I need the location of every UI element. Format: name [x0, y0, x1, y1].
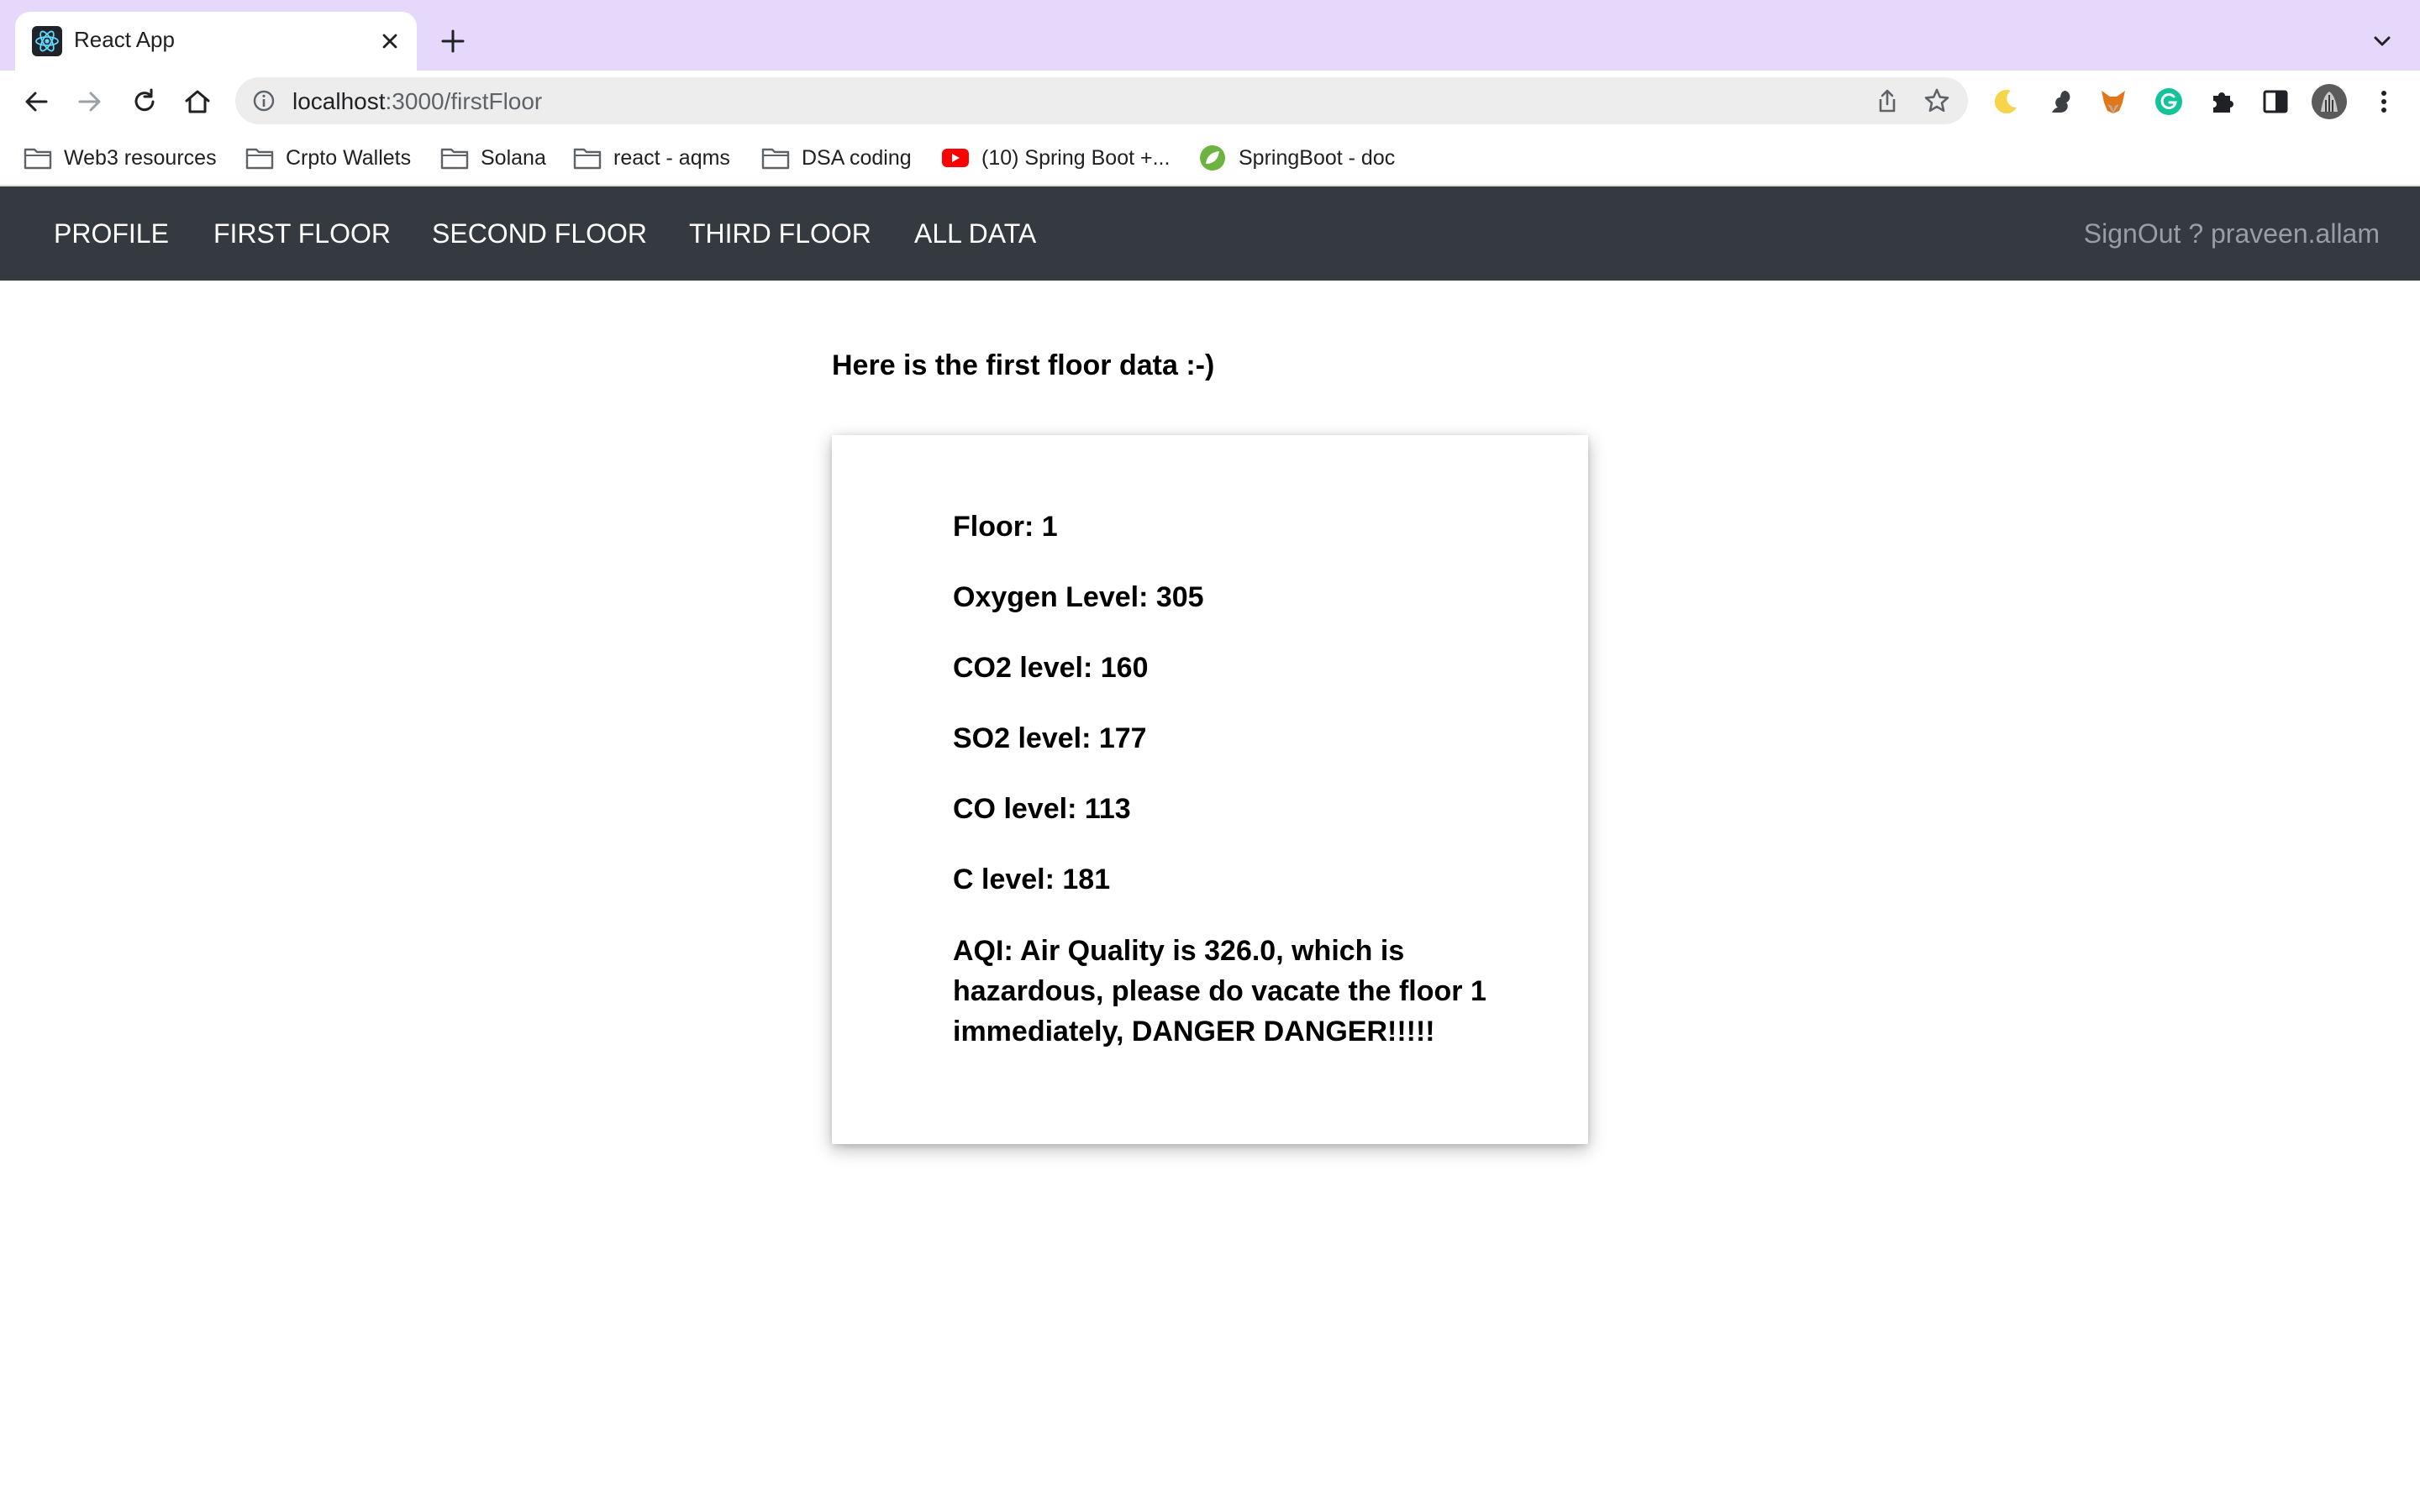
- star-icon[interactable]: [1923, 87, 1951, 115]
- tab-title: React App: [74, 27, 175, 52]
- address-bar[interactable]: localhost:3000/firstFloor: [235, 77, 1968, 124]
- oxygen-level-value: Oxygen Level: 305: [953, 581, 1204, 613]
- bookmark-springboot-doc[interactable]: SpringBoot - doc: [1198, 141, 1395, 175]
- folder-icon: [573, 148, 602, 170]
- bookmark-crpto-wallets[interactable]: Crpto Wallets: [245, 141, 411, 175]
- plus-icon[interactable]: [437, 25, 469, 57]
- bookmark-label: Crpto Wallets: [286, 145, 412, 170]
- puzzle-icon[interactable]: [2207, 86, 2238, 118]
- folder-icon: [245, 148, 274, 170]
- aqi-warning: AQI: Air Quality is 326.0, which is haza…: [953, 935, 1486, 1047]
- app-navbar: PROFILE FIRST FLOOR SECOND FLOOR THIRD F…: [0, 186, 2420, 281]
- folder-icon: [440, 148, 469, 170]
- url-host: localhost: [292, 88, 386, 114]
- bookmark-solana[interactable]: Solana: [440, 141, 546, 175]
- share-icon[interactable]: [1874, 87, 1901, 114]
- chevron-down-icon[interactable]: [2370, 29, 2395, 54]
- react-icon: [32, 26, 62, 56]
- kebab-menu-icon[interactable]: [2368, 86, 2400, 118]
- c-level-value: C level: 181: [953, 864, 1111, 895]
- bookmark-label: Web3 resources: [64, 145, 217, 170]
- avatar[interactable]: [2311, 83, 2348, 120]
- floor-value: Floor: 1: [953, 511, 1058, 543]
- youtube-icon: [942, 149, 969, 167]
- nav-all-data[interactable]: ALL DATA: [914, 218, 1036, 249]
- url-text[interactable]: localhost:3000/firstFloor: [292, 88, 542, 115]
- home-icon[interactable]: [182, 86, 213, 118]
- bookmark-label: DSA coding: [802, 145, 912, 170]
- signout-link[interactable]: SignOut ? praveen.allam: [2084, 218, 2380, 249]
- bookmark-label: (10) Spring Boot +...: [981, 145, 1171, 170]
- bookmark-label: react - aqms: [613, 145, 730, 170]
- floor-data-card: Floor: 1 Oxygen Level: 305 CO2 level: 16…: [832, 435, 1588, 1144]
- reload-icon[interactable]: [129, 86, 160, 118]
- side-panel-icon[interactable]: [2260, 86, 2291, 118]
- grammarly-icon[interactable]: [2153, 86, 2185, 118]
- bookmark-spring-boot-video[interactable]: (10) Spring Boot +...: [941, 141, 1170, 175]
- spring-icon: [1200, 145, 1225, 171]
- browser-tab[interactable]: React App: [15, 12, 417, 71]
- page-title: Here is the first floor data :-): [832, 349, 1215, 381]
- moon-icon[interactable]: [1990, 86, 2022, 118]
- fox-icon[interactable]: [2097, 86, 2129, 118]
- nav-second-floor[interactable]: SECOND FLOOR: [432, 218, 647, 249]
- bookmark-react-aqms[interactable]: react - aqms: [573, 141, 730, 175]
- bookmark-label: SpringBoot - doc: [1239, 145, 1396, 170]
- info-icon[interactable]: [252, 89, 276, 113]
- so2-level-value: SO2 level: 177: [953, 722, 1147, 754]
- forward-arrow-icon[interactable]: [74, 86, 106, 118]
- bookmark-web3-resources[interactable]: Web3 resources: [24, 141, 217, 175]
- bookmarks-bar: Web3 resources Crpto Wallets Solana reac…: [0, 131, 2420, 186]
- squirrel-icon[interactable]: [2044, 86, 2075, 118]
- tab-strip: React App: [0, 0, 2420, 71]
- bookmark-label: Solana: [481, 145, 546, 170]
- browser-toolbar: localhost:3000/firstFloor: [0, 71, 2420, 131]
- url-path: :3000/firstFloor: [385, 88, 543, 114]
- co2-level-value: CO2 level: 160: [953, 652, 1149, 684]
- nav-profile[interactable]: PROFILE: [54, 218, 169, 249]
- close-icon[interactable]: [375, 26, 405, 56]
- co-level-value: CO level: 113: [953, 793, 1131, 825]
- nav-third-floor[interactable]: THIRD FLOOR: [689, 218, 871, 249]
- folder-icon: [24, 148, 52, 170]
- nav-first-floor[interactable]: FIRST FLOOR: [213, 218, 391, 249]
- folder-icon: [761, 148, 790, 170]
- back-arrow-icon[interactable]: [20, 86, 52, 118]
- bookmark-dsa-coding[interactable]: DSA coding: [761, 141, 912, 175]
